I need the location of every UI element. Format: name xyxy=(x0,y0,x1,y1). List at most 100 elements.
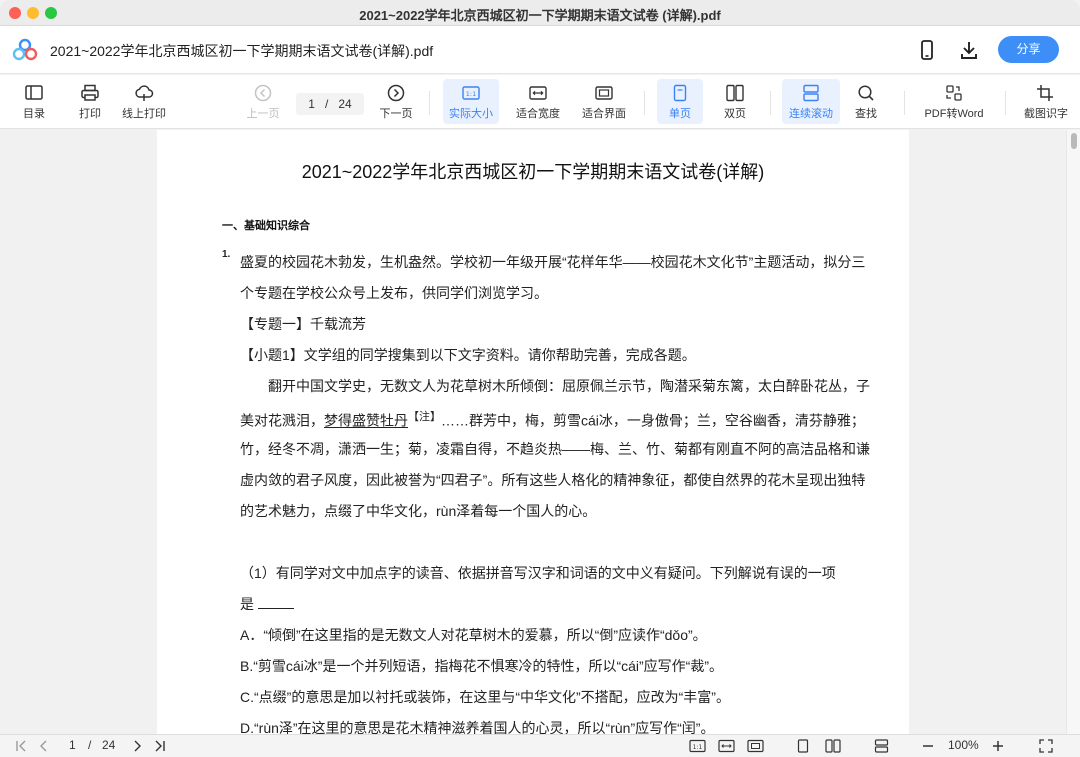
find-button[interactable]: 查找 xyxy=(846,79,886,124)
fullscreen-icon[interactable] xyxy=(1039,739,1053,753)
cloud-print-icon xyxy=(135,85,154,101)
text-line: 虚内敛的君子风度，因此被誉为“四君子”。所有这些人格化的精神象征，都使自然界的花… xyxy=(240,472,866,488)
fit-page-button[interactable]: 适合界面 xyxy=(578,79,630,124)
double-page-icon[interactable] xyxy=(825,739,841,753)
toolbar-divider xyxy=(644,91,645,115)
text-segment: 是 xyxy=(240,596,254,612)
fit-width-button[interactable]: 适合宽度 xyxy=(512,79,564,124)
text-line: 是 xyxy=(240,594,294,614)
fit-page-icon xyxy=(595,86,613,100)
underlined-phrase: 梦得盛赞牡丹 xyxy=(324,412,408,429)
double-page-button[interactable]: 双页 xyxy=(713,79,757,124)
text-segment: ……群芳中，梅，剪雪cái冰，一身傲骨；兰，空谷幽香，清芬静雅； xyxy=(441,412,865,429)
text-line: 翻开中国文学史，无数文人为花草树木所倾倒：屈原佩兰示节，陶潜采菊东篱，太白醉卧花… xyxy=(240,378,870,394)
crop-icon xyxy=(1037,85,1053,101)
pdf-page: 2021~2022学年北京西城区初一下学期期末语文试卷(详解) 一、基础知识综合… xyxy=(157,130,909,734)
toc-icon xyxy=(25,85,43,100)
fit-width-label: 适合宽度 xyxy=(516,108,560,120)
single-page-icon xyxy=(673,84,687,102)
screenshot-ocr-button[interactable]: 截图识字 xyxy=(1018,79,1074,124)
document-viewport[interactable]: 2021~2022学年北京西城区初一下学期期末语文试卷(详解) 一、基础知识综合… xyxy=(0,130,1080,734)
page-separator: / xyxy=(324,97,329,111)
window-title: 2021~2022学年北京西城区初一下学期期末语文试卷 (详解).pdf xyxy=(359,8,721,23)
zoom-level[interactable]: 100% xyxy=(948,738,979,752)
continuous-scroll-icon[interactable] xyxy=(874,739,889,753)
text-line: 美对花溅泪，梦得盛赞牡丹【注】……群芳中，梅，剪雪cái冰，一身傲骨；兰，空谷幽… xyxy=(240,408,865,431)
toolbar: 目录 打印 线上打印 上一页 1 / 24 下一页 1:1 实际大小 适合宽度 … xyxy=(0,75,1080,129)
answer-blank xyxy=(257,597,294,609)
prev-page-button[interactable]: 上一页 xyxy=(243,79,283,124)
prev-page-label: 上一页 xyxy=(246,108,280,120)
option-d: D.“rùn泽”在这里的意思是花木精神滋养着国人的心灵，所以“rùn”应写作“闰… xyxy=(240,720,715,734)
actual-size-icon[interactable]: 1:1 xyxy=(689,739,706,753)
double-page-icon xyxy=(726,84,744,102)
question-number: 1. xyxy=(222,249,231,260)
page-current: 1 xyxy=(308,97,315,111)
toc-label: 目录 xyxy=(23,108,45,120)
online-print-label: 线上打印 xyxy=(122,108,166,120)
app-header: 2021~2022学年北京西城区初一下学期期末语文试卷(详解).pdf 分享 xyxy=(0,26,1080,74)
text-line: 【小题1】文学组的同学搜集到以下文字资料。请你帮助完善，完成各题。 xyxy=(240,347,696,363)
bottom-page-separator: / xyxy=(88,738,92,752)
actual-size-button[interactable]: 1:1 实际大小 xyxy=(443,79,499,124)
zoom-out-icon[interactable] xyxy=(922,740,934,752)
page-title: 2021~2022学年北京西城区初一下学期期末语文试卷(详解) xyxy=(301,162,765,182)
text-segment: 美对花溅泪， xyxy=(240,412,324,429)
text-line: 的艺术魅力，点缀了中华文化，rùn泽着每一个国人的心。 xyxy=(240,503,597,519)
print-label: 打印 xyxy=(79,108,101,120)
app-logo-icon xyxy=(12,38,38,61)
option-a: A．“倾倒”在这里指的是无数文人对花草树木的爱慕，所以“倒”应读作“dǒo”。 xyxy=(240,627,707,643)
next-page-icon[interactable] xyxy=(131,740,143,752)
toolbar-divider xyxy=(1005,91,1006,115)
footnote-marker: 【注】 xyxy=(408,411,441,423)
bottom-page-total: 24 xyxy=(102,738,116,752)
first-page-icon[interactable] xyxy=(15,740,29,752)
online-print-button[interactable]: 线上打印 xyxy=(118,79,170,124)
fit-page-icon[interactable] xyxy=(747,739,764,753)
option-b: B.“剪雪cái冰”是一个并列短语，指梅花不惧寒冷的特性，所以“cái”应写作“… xyxy=(240,658,723,674)
text-line: 个专题在学校公众号上发布，供同学们浏览学习。 xyxy=(240,285,548,301)
text-line: 竹，经冬不凋，潇洒一生；菊，凌霜自得，不趋炎热——梅、兰、竹、菊都有刚直不阿的高… xyxy=(240,441,870,457)
printer-icon xyxy=(81,84,99,101)
text-line: 【专题一】千载流芳 xyxy=(240,316,366,332)
actual-size-icon: 1:1 xyxy=(462,86,480,100)
fit-width-icon[interactable] xyxy=(718,739,735,753)
toolbar-divider xyxy=(904,91,905,115)
chevron-left-circle-icon xyxy=(254,84,272,102)
single-page-icon[interactable] xyxy=(796,739,810,753)
continuous-scroll-icon xyxy=(803,84,819,102)
toc-button[interactable]: 目录 xyxy=(14,79,54,124)
pdf-to-word-button[interactable]: PDF转Word xyxy=(918,79,990,124)
next-page-button[interactable]: 下一页 xyxy=(376,79,416,124)
download-icon[interactable] xyxy=(957,38,981,62)
fit-page-label: 适合界面 xyxy=(582,108,626,120)
toolbar-divider xyxy=(770,91,771,115)
double-page-label: 双页 xyxy=(724,108,746,120)
chevron-right-circle-icon xyxy=(387,84,405,102)
svg-text:1:1: 1:1 xyxy=(693,744,703,751)
single-page-button[interactable]: 单页 xyxy=(657,79,703,124)
share-button[interactable]: 分享 xyxy=(998,36,1059,63)
toolbar-divider xyxy=(429,91,430,115)
prev-page-icon[interactable] xyxy=(38,740,50,752)
continuous-scroll-button[interactable]: 连续滚动 xyxy=(782,79,840,124)
bottom-page-current[interactable]: 1 xyxy=(69,738,76,752)
phone-icon[interactable] xyxy=(915,38,939,62)
text-line: 盛夏的校园花木勃发，生机盎然。学校初一年级开展“花样年华——校园花木文化节”主题… xyxy=(240,254,866,270)
pdf-to-word-icon xyxy=(946,85,962,101)
search-icon xyxy=(858,85,874,101)
document-title: 2021~2022学年北京西城区初一下学期期末语文试卷(详解).pdf xyxy=(50,43,434,59)
screenshot-ocr-label: 截图识字 xyxy=(1024,108,1068,120)
vertical-scrollbar[interactable] xyxy=(1066,130,1080,734)
option-c: C.“点缀”的意思是加以衬托或装饰，在这里与“中华文化”不搭配，应改为“丰富”。 xyxy=(240,689,730,705)
scrollbar-thumb[interactable] xyxy=(1071,133,1077,149)
print-button[interactable]: 打印 xyxy=(70,79,110,124)
find-label: 查找 xyxy=(855,108,877,120)
page-total: 24 xyxy=(338,97,352,111)
zoom-in-icon[interactable] xyxy=(992,740,1004,752)
page-number-input[interactable]: 1 / 24 xyxy=(296,93,364,115)
text-line: （1）有同学对文中加点字的读音、依据拼音写汉字和词语的文中义有疑问。下列解说有误… xyxy=(240,565,836,581)
last-page-icon[interactable] xyxy=(152,740,166,752)
pdf-to-word-label: PDF转Word xyxy=(924,108,984,120)
actual-size-label: 实际大小 xyxy=(449,108,493,120)
